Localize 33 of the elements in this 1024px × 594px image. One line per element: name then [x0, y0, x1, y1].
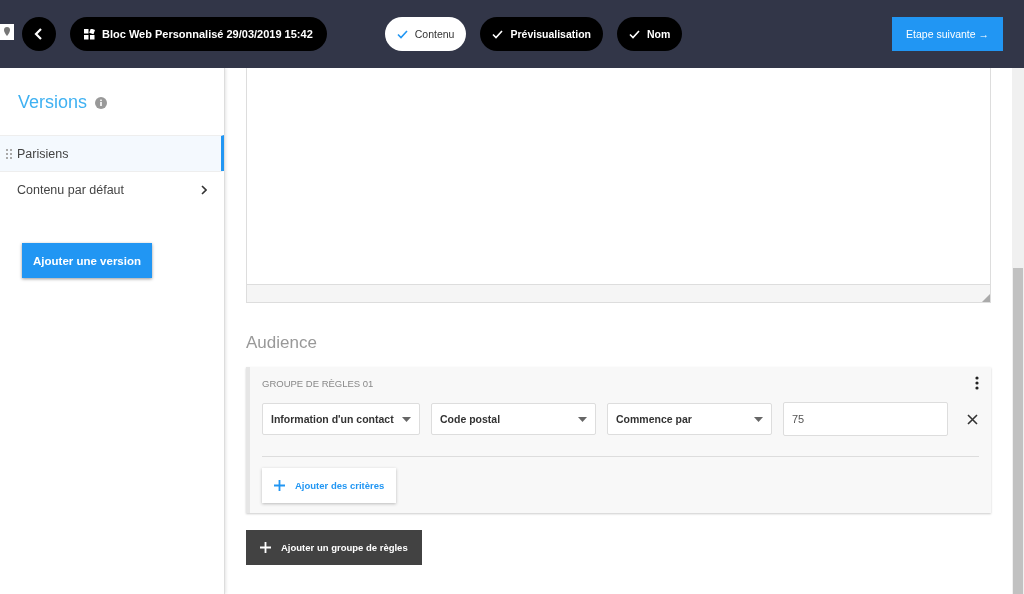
dropdown-select[interactable]: Commence par — [607, 403, 772, 435]
check-icon — [492, 29, 504, 39]
resize-handle-icon[interactable] — [982, 294, 990, 302]
dropdown-caret-icon — [402, 416, 411, 422]
dropdown-select[interactable]: Code postal — [431, 403, 596, 435]
versions-title: Versions — [18, 92, 88, 113]
version-item[interactable]: Contenu par défaut — [0, 171, 224, 207]
plus-icon — [260, 542, 271, 553]
audience-heading: Audience — [246, 333, 318, 353]
info-icon — [95, 96, 108, 109]
back-button[interactable] — [22, 17, 56, 51]
chevron-left-icon — [34, 28, 44, 40]
dropdown-select[interactable]: Information d'un contact — [262, 403, 420, 435]
text-editor[interactable] — [246, 68, 991, 303]
more-options-icon[interactable] — [975, 376, 979, 390]
value-input[interactable]: 75 — [783, 402, 948, 436]
dropdown-caret-icon — [578, 416, 587, 422]
add-rule-group-button[interactable]: Ajouter un groupe de règles — [246, 530, 422, 565]
step-tab[interactable]: Contenu — [384, 17, 467, 51]
chevron-right-icon — [201, 184, 207, 195]
check-icon — [396, 29, 408, 39]
version-item[interactable]: Parisiens — [0, 135, 224, 171]
step-tab[interactable]: Nom — [617, 17, 683, 51]
blocks-icon — [84, 28, 95, 40]
plus-icon — [274, 480, 285, 491]
step-tab[interactable]: Prévisualisation — [480, 17, 603, 51]
dropdown-caret-icon — [754, 416, 763, 422]
rule-group-title: GROUPE DE RÈGLES 01 — [262, 377, 374, 389]
close-icon[interactable] — [967, 413, 978, 425]
scrollbar[interactable] — [1012, 68, 1024, 594]
document-title-button[interactable]: Bloc Web Personnalisé 29/03/2019 15:42 — [70, 17, 327, 51]
check-icon — [629, 29, 640, 39]
drag-handle-icon[interactable] — [5, 148, 14, 159]
